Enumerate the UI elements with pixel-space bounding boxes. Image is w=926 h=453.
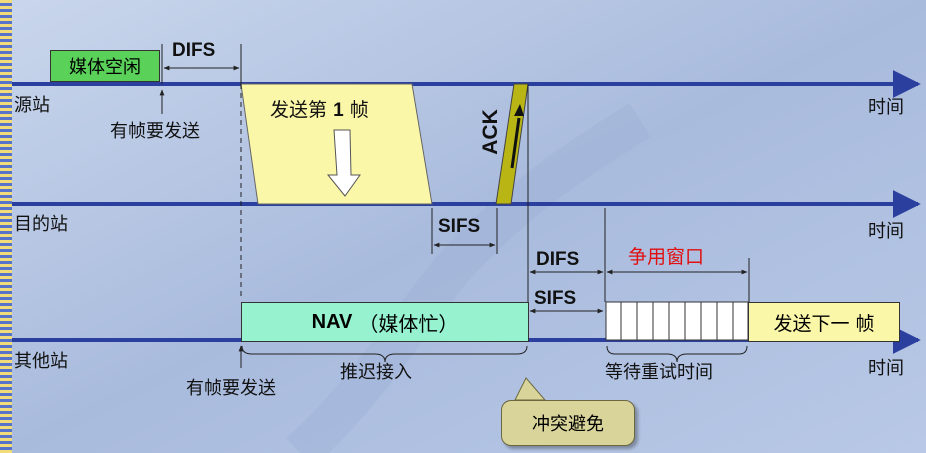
backoff-slots <box>605 301 749 341</box>
nav-box: NAV （媒体忙） <box>241 302 529 342</box>
time-label-source: 时间 <box>868 97 904 118</box>
backoff-time-label: 等待重试时间 <box>605 362 713 383</box>
source-station-label: 源站 <box>14 95 50 116</box>
ack-label: ACK <box>478 109 502 155</box>
send-frame-label: 发送第 1 帧 <box>270 95 369 122</box>
nav-note: （媒体忙） <box>358 311 459 336</box>
time-label-other: 时间 <box>868 358 904 379</box>
collision-avoidance-callout: 冲突避免 <box>501 400 635 446</box>
difs-label-source: DIFS <box>172 40 216 61</box>
destination-station-label: 目的站 <box>14 214 68 235</box>
left-stripe-border <box>0 0 12 453</box>
nav-label: NAV <box>311 310 353 333</box>
send-frame-text: 发送第 <box>270 99 328 121</box>
send-frame-unit: 帧 <box>349 99 369 121</box>
deferred-access-label: 推迟接入 <box>340 362 412 383</box>
difs-label-other: DIFS <box>536 249 580 270</box>
time-label-destination: 时间 <box>868 221 904 242</box>
sifs-label-destination: SIFS <box>438 216 481 237</box>
frame-to-send-label-source: 有帧要发送 <box>110 121 200 142</box>
sifs-label-other: SIFS <box>534 288 577 309</box>
send-frame-number: 1 <box>333 100 344 121</box>
send-next-frame-box: 发送下一 帧 <box>748 302 900 342</box>
contention-window-label: 争用窗口 <box>628 246 705 268</box>
other-station-label: 其他站 <box>14 351 68 372</box>
medium-idle-box: 媒体空闲 <box>50 50 160 82</box>
frame-to-send-label-other: 有帧要发送 <box>186 378 276 399</box>
